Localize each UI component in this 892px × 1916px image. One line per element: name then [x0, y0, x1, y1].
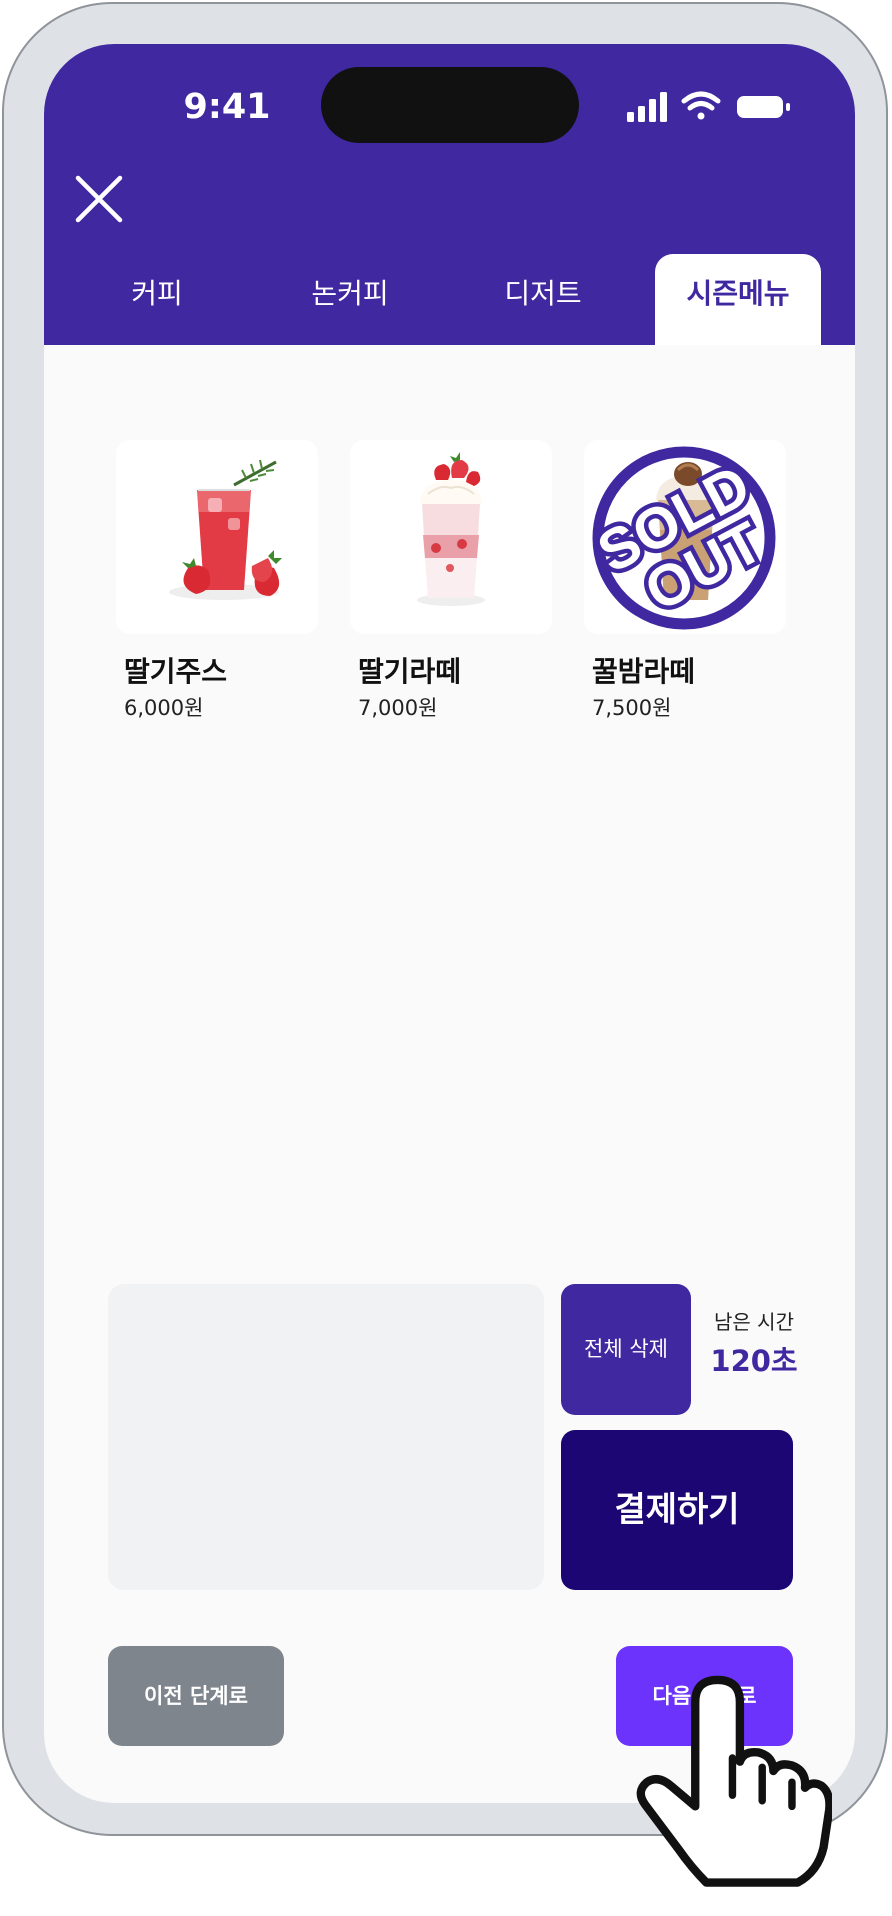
cart-list: [108, 1284, 544, 1590]
strawberry-juice-image: [169, 459, 282, 600]
phone-frame: 9:41 커피 논커피 디저트 시즌메뉴 딸기주스 6,000원 딸기라떼 7,…: [2, 2, 888, 1836]
timer-value: 120초: [710, 1344, 798, 1378]
product-image: [116, 440, 318, 634]
signal-icon: [627, 92, 667, 122]
wifi-icon: [681, 91, 721, 120]
pay-button[interactable]: 결제하기: [561, 1430, 793, 1590]
pointing-hand-icon: [636, 1675, 832, 1887]
product-price: 7,000원: [358, 696, 438, 720]
status-icons: [627, 91, 790, 122]
header: 9:41 커피 논커피 디저트 시즌메뉴: [44, 44, 855, 345]
product-honey-chestnut-latte[interactable]: SOLD SOLD OUT OUT 꿀밤라떼 7,500원: [584, 440, 786, 720]
product-name: 딸기주스: [124, 655, 228, 688]
sold-out-stamp-icon: SOLD SOLD OUT OUT: [584, 446, 778, 630]
tab-dessert[interactable]: 디저트: [470, 254, 616, 345]
battery-icon: [737, 96, 790, 118]
clear-all-button[interactable]: 전체 삭제: [561, 1284, 691, 1415]
strawberry-latte-image: [417, 452, 485, 606]
product-name: 꿀밤라떼: [592, 655, 696, 688]
prev-step-button[interactable]: 이전 단계로: [108, 1646, 284, 1746]
product-strawberry-latte[interactable]: 딸기라떼 7,000원: [350, 440, 552, 720]
close-icon[interactable]: [74, 174, 124, 224]
kiosk-screen: 9:41 커피 논커피 디저트 시즌메뉴 딸기주스 6,000원 딸기라떼 7,…: [44, 44, 855, 1803]
category-tabs: 커피 논커피 디저트 시즌메뉴: [44, 254, 855, 345]
tab-coffee[interactable]: 커피: [84, 254, 230, 345]
tab-season-menu[interactable]: 시즌메뉴: [655, 254, 821, 345]
product-image: [350, 440, 552, 634]
product-strawberry-juice[interactable]: 딸기주스 6,000원: [116, 440, 318, 720]
product-price: 7,500원: [592, 696, 672, 720]
status-time: 9:41: [183, 87, 271, 127]
dynamic-island: [321, 67, 579, 143]
timer-label: 남은 시간: [714, 1310, 794, 1334]
tab-non-coffee[interactable]: 논커피: [277, 254, 423, 345]
product-price: 6,000원: [124, 696, 204, 720]
product-image: SOLD SOLD OUT OUT: [584, 440, 786, 634]
product-name: 딸기라떼: [358, 655, 462, 688]
